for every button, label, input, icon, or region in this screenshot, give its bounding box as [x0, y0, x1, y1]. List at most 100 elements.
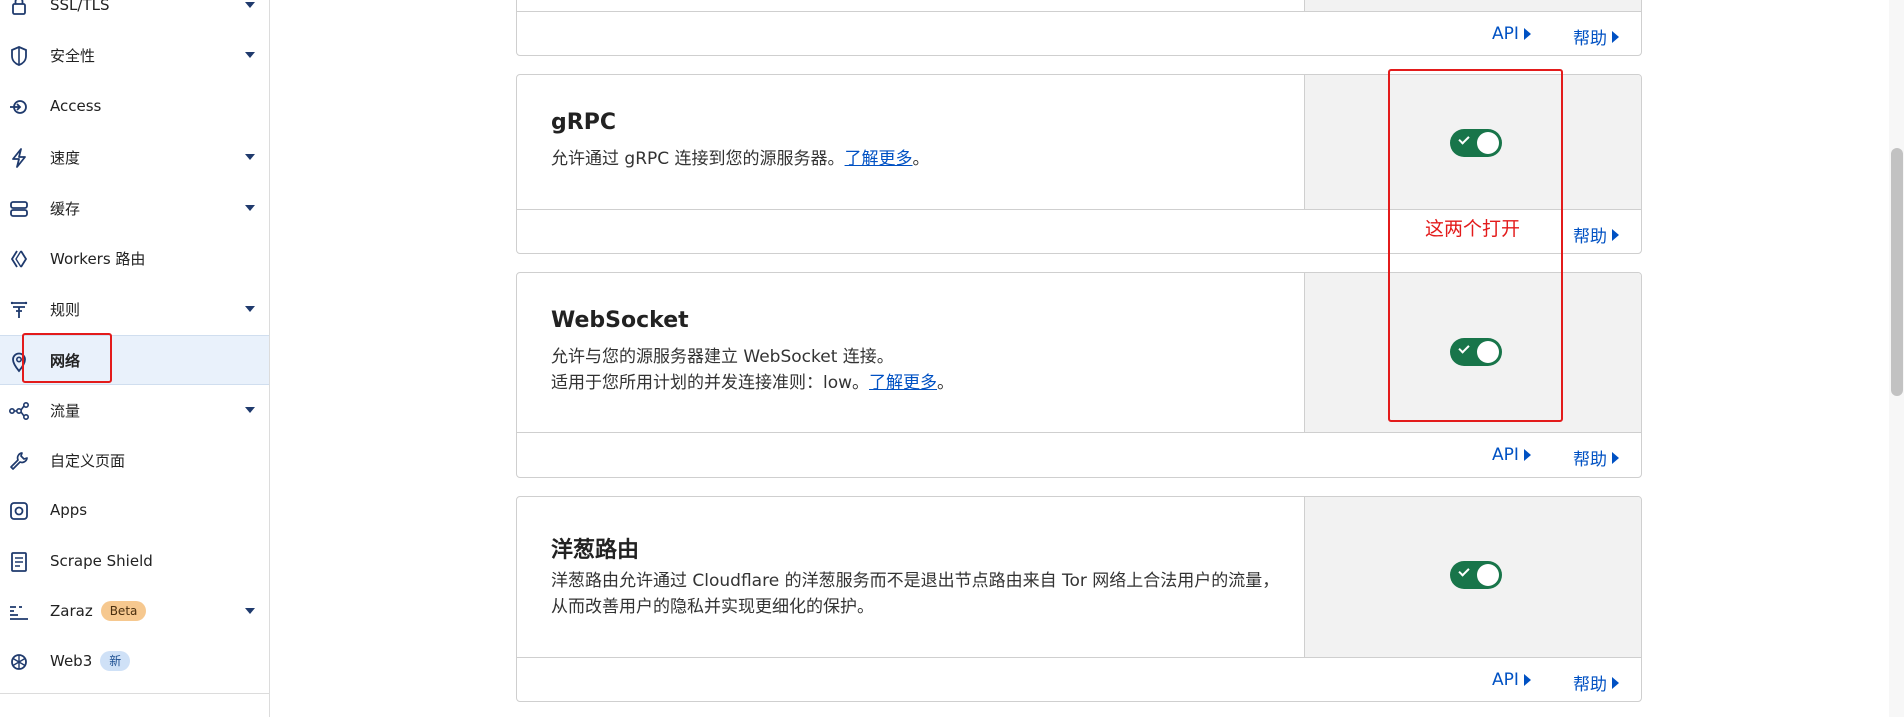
sidebar-item-apps[interactable]: Apps [0, 485, 269, 535]
sidebar-item-label: 安全性 [50, 46, 96, 65]
api-link[interactable]: API [1492, 24, 1531, 44]
lock-icon [8, 0, 30, 17]
access-icon [8, 96, 30, 118]
card-description: gRPC 允许通过 gRPC 连接到您的源服务器。了解更多。 [517, 75, 1304, 209]
zaraz-label: Zaraz [50, 602, 93, 620]
api-link-label: API [1492, 24, 1519, 44]
card-title: WebSocket [551, 308, 689, 333]
sidebar-item-rules[interactable]: 规则 [0, 284, 269, 334]
apps-icon [8, 500, 30, 522]
chevron-down-icon [245, 205, 255, 211]
new-badge: 新 [100, 651, 131, 671]
scrollbar-thumb[interactable] [1891, 148, 1903, 396]
sidebar-item-label: Access [50, 97, 102, 115]
sidebar-item-ssl-tls[interactable]: SSL/TLS [0, 0, 269, 30]
sidebar-item-custom-pages[interactable]: 自定义页面 [0, 435, 269, 485]
chevron-down-icon [245, 608, 255, 614]
card-description: WebSocket 允许与您的源服务器建立 WebSocket 连接。 适用于您… [517, 273, 1304, 432]
card-top [517, 0, 1641, 12]
learn-more-link[interactable]: 了解更多 [845, 149, 913, 169]
annotation-box-toggles [1388, 69, 1563, 422]
caret-right-icon [1612, 30, 1619, 43]
chevron-down-icon [245, 2, 255, 8]
help-link[interactable]: 帮助 [1573, 222, 1619, 247]
sidebar-item-label: SSL/TLS [50, 0, 110, 14]
help-link-label: 帮助 [1573, 675, 1607, 695]
caret-right-icon [1612, 228, 1619, 241]
annotation-box-network [22, 333, 112, 383]
api-link[interactable]: API [1492, 445, 1531, 465]
chevron-down-icon [245, 154, 255, 160]
zaraz-icon [8, 601, 30, 623]
sidebar-item-label: Scrape Shield [50, 552, 153, 570]
api-link-label: API [1492, 670, 1519, 690]
sidebar-item-label: 规则 [50, 300, 81, 319]
card-text: 允许通过 gRPC 连接到您的源服务器。了解更多。 [551, 149, 930, 169]
sidebar-item-security[interactable]: 安全性 [0, 30, 269, 80]
web3-label: Web3 [50, 652, 93, 670]
lightning-icon [8, 147, 30, 169]
card-control-area [1304, 0, 1641, 11]
sidebar-item-label: 速度 [50, 148, 81, 167]
check-icon [1458, 565, 1470, 577]
card-text-line: 适用于您所用计划的并发连接准则：low。 [551, 373, 870, 393]
onion-routing-toggle[interactable] [1450, 561, 1502, 589]
sidebar-item-web3[interactable]: Web3 新 [0, 636, 269, 686]
wrench-icon [8, 450, 30, 472]
card-text-line: 允许与您的源服务器建立 WebSocket 连接。 [551, 347, 894, 367]
sidebar-item-label: 流量 [50, 401, 81, 420]
sidebar-item-speed[interactable]: 速度 [0, 132, 269, 182]
card-footer: API 帮助 [517, 433, 1641, 477]
shield-icon [8, 45, 30, 67]
help-link[interactable]: 帮助 [1573, 24, 1619, 49]
annotation-text: 这两个打开 [1425, 218, 1521, 240]
sidebar-item-label: Zaraz Beta [50, 601, 147, 621]
sidebar-item-label: 自定义页面 [50, 451, 126, 470]
caret-right-icon [1523, 28, 1531, 40]
sidebar-divider [0, 693, 269, 694]
chevron-down-icon [245, 306, 255, 312]
help-link-label: 帮助 [1573, 29, 1607, 49]
help-link-label: 帮助 [1573, 227, 1607, 247]
sidebar-item-label: 缓存 [50, 199, 81, 218]
caret-right-icon [1612, 676, 1619, 689]
api-link-label: API [1492, 445, 1519, 465]
caret-right-icon [1523, 449, 1531, 461]
help-link[interactable]: 帮助 [1573, 445, 1619, 470]
card-text-line: 允许通过 gRPC 连接到您的源服务器。 [551, 149, 845, 169]
sidebar-item-label: Apps [50, 501, 88, 519]
card-description: 洋葱路由 洋葱路由允许通过 Cloudflare 的洋葱服务而不是退出节点路由来… [517, 497, 1304, 657]
card-text: 洋葱路由允许通过 Cloudflare 的洋葱服务而不是退出节点路由来自 Tor… [551, 571, 1280, 617]
card-footer: API 帮助 [517, 12, 1641, 55]
document-icon [8, 551, 30, 573]
card-control-area [1304, 497, 1641, 657]
funnel-icon [8, 299, 30, 321]
chevron-down-icon [245, 52, 255, 58]
api-link[interactable]: API [1492, 670, 1531, 690]
card-footer: API 帮助 [517, 658, 1641, 701]
card-previous: API 帮助 [516, 0, 1642, 56]
card-title: 洋葱路由 [551, 538, 640, 563]
sidebar-item-access[interactable]: Access [0, 81, 269, 131]
caret-right-icon [1523, 674, 1531, 686]
card-top: 洋葱路由 洋葱路由允许通过 Cloudflare 的洋葱服务而不是退出节点路由来… [517, 497, 1641, 658]
card-title: gRPC [551, 110, 616, 135]
web3-icon [8, 651, 30, 673]
sidebar-item-label: Workers 路由 [50, 249, 146, 268]
caret-right-icon [1612, 451, 1619, 464]
sidebar-item-traffic[interactable]: 流量 [0, 385, 269, 435]
card-onion-routing: 洋葱路由 洋葱路由允许通过 Cloudflare 的洋葱服务而不是退出节点路由来… [516, 496, 1642, 702]
sidebar-item-zaraz[interactable]: Zaraz Beta [0, 586, 269, 636]
card-text: 允许与您的源服务器建立 WebSocket 连接。 适用于您所用计划的并发连接准… [551, 344, 1291, 396]
sidebar-item-scrape-shield[interactable]: Scrape Shield [0, 536, 269, 586]
network-nodes-icon [8, 400, 30, 422]
learn-more-link[interactable]: 了解更多 [869, 373, 937, 393]
sidebar-item-cache[interactable]: 缓存 [0, 183, 269, 233]
sidebar-item-workers-routes[interactable]: Workers 路由 [0, 233, 269, 283]
sidebar-item-label: Web3 新 [50, 651, 131, 671]
workers-icon [8, 248, 30, 270]
toggle-knob [1477, 564, 1499, 586]
help-link[interactable]: 帮助 [1573, 670, 1619, 695]
chevron-down-icon [245, 407, 255, 413]
help-link-label: 帮助 [1573, 450, 1607, 470]
